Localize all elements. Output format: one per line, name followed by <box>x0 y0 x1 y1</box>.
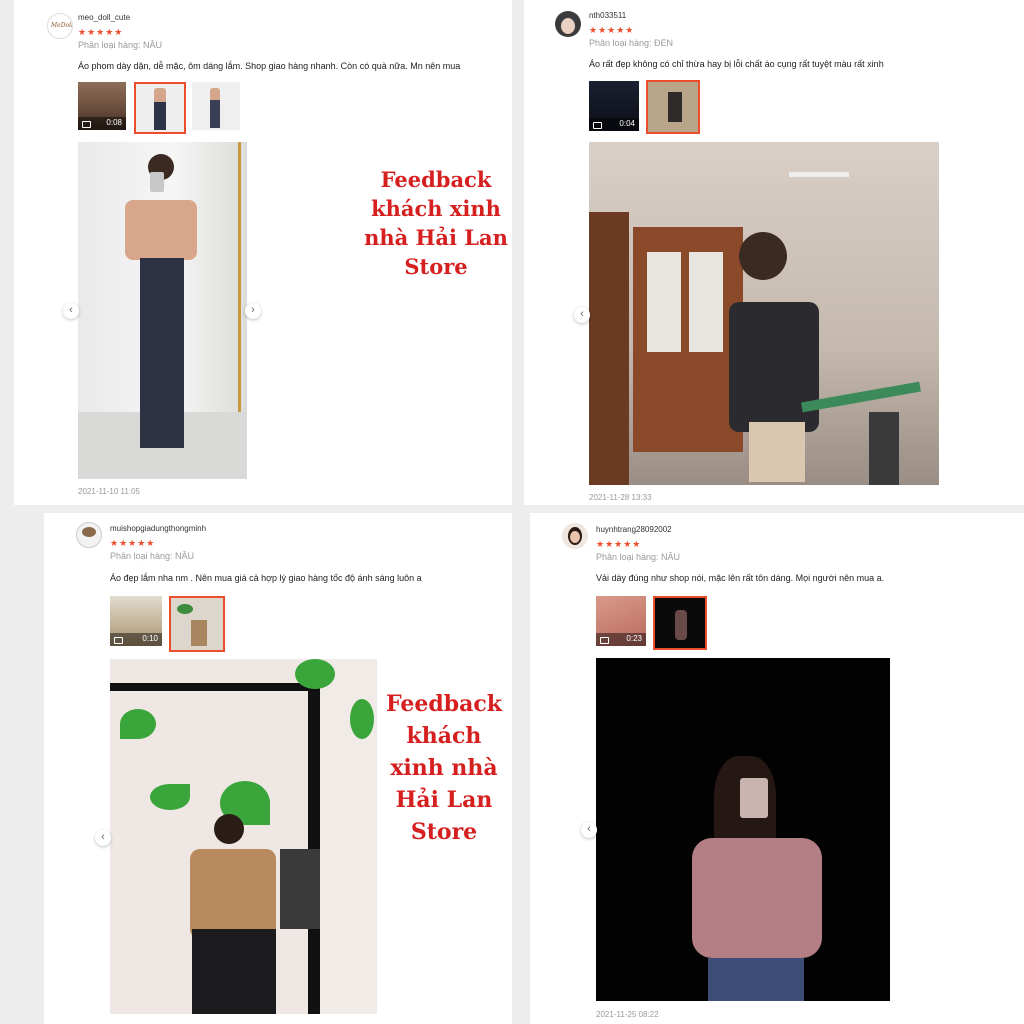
overlay-line: Feedback <box>380 167 492 192</box>
video-thumbnail[interactable]: 0:08 <box>78 82 126 130</box>
username[interactable]: huynhtrang28092002 <box>596 525 672 534</box>
review-comment: Áo phom dày dặn, dễ mặc, ôm dáng lắm. Sh… <box>78 61 461 71</box>
star-rating: ★★★★★ <box>110 538 156 548</box>
review-photo[interactable] <box>78 142 247 479</box>
review-timestamp: 2021-11-25 08:22 <box>596 1010 659 1019</box>
next-photo-button[interactable]: › <box>245 303 261 319</box>
prev-photo-button[interactable]: ‹ <box>63 303 79 319</box>
review-timestamp: 2021-11-28 13:33 <box>589 493 652 502</box>
video-camera-icon <box>600 637 609 644</box>
avatar[interactable] <box>555 11 581 37</box>
username[interactable]: meo_doll_cute <box>78 13 130 22</box>
overlay-line: Store <box>410 819 478 845</box>
prev-photo-button[interactable]: ‹ <box>574 307 590 323</box>
photo-thumbnail-selected[interactable] <box>134 82 186 134</box>
overlay-line: xinh nhà <box>390 755 498 781</box>
review-photo[interactable] <box>596 658 890 1001</box>
username[interactable]: nth033511 <box>589 11 626 20</box>
product-variant: Phân loại hàng: NÂU <box>596 552 681 562</box>
avatar[interactable] <box>76 522 102 548</box>
photo-thumbnail-selected[interactable] <box>169 596 225 652</box>
prev-photo-button[interactable]: ‹ <box>95 830 111 846</box>
video-duration: 0:10 <box>142 634 158 643</box>
video-meta: 0:04 <box>589 118 639 131</box>
star-rating: ★★★★★ <box>78 27 124 37</box>
video-duration: 0:23 <box>626 634 642 643</box>
username[interactable]: muishopgiadungthongminh <box>110 524 206 533</box>
overlay-line: Hải Lan <box>395 787 493 813</box>
review-comment: Vải dày đúng như shop nói, mặc lên rất t… <box>596 573 885 583</box>
avatar[interactable] <box>562 523 588 549</box>
overlay-line: khách xinh <box>371 196 501 221</box>
video-thumbnail[interactable]: 0:04 <box>589 81 639 131</box>
prev-photo-button[interactable]: ‹ <box>581 822 597 838</box>
video-meta: 0:10 <box>110 633 162 646</box>
video-camera-icon <box>82 121 91 128</box>
promo-overlay-text-3: Feedback khách xinh nhà Hải Lan Store <box>374 688 514 848</box>
product-variant: Phân loại hàng: ĐEN <box>589 38 674 48</box>
review-photo[interactable] <box>110 659 377 1014</box>
avatar[interactable]: MeDoll <box>47 13 73 39</box>
photo-thumbnail-selected[interactable] <box>653 596 707 650</box>
video-duration: 0:04 <box>619 119 635 128</box>
overlay-line: nhà Hải Lan <box>364 225 508 250</box>
video-camera-icon <box>114 637 123 644</box>
video-duration: 0:08 <box>106 118 122 127</box>
video-meta: 0:08 <box>78 117 126 130</box>
overlay-line: Store <box>404 254 468 279</box>
video-thumbnail[interactable]: 0:23 <box>596 596 646 646</box>
promo-overlay-text-1: Feedback khách xinh nhà Hải Lan Store <box>356 165 516 281</box>
review-comment: Áo đẹp lắm nha nm . Nên mua giá cả hợp l… <box>110 573 422 583</box>
review-card-2: nth033511 ★★★★★ Phân loại hàng: ĐEN Áo r… <box>524 0 1024 505</box>
star-rating: ★★★★★ <box>596 539 642 549</box>
star-rating: ★★★★★ <box>589 25 635 35</box>
video-meta: 0:23 <box>596 633 646 646</box>
review-comment: Áo rất đẹp không có chỉ thừa hay bị lỗi … <box>589 59 884 69</box>
product-variant: Phân loại hàng: NÂU <box>110 551 195 561</box>
review-card-4: huynhtrang28092002 ★★★★★ Phân loại hàng:… <box>530 513 1024 1024</box>
avatar-logo: MeDoll <box>51 22 73 29</box>
review-photo[interactable] <box>589 142 939 485</box>
product-variant: Phân loại hàng: NÂU <box>78 40 163 50</box>
video-camera-icon <box>593 122 602 129</box>
photo-thumbnail-selected[interactable] <box>646 80 700 134</box>
review-timestamp: 2021-11-10 11:05 <box>78 487 140 496</box>
photo-thumbnail[interactable] <box>192 82 240 130</box>
overlay-line: khách <box>406 723 482 749</box>
video-thumbnail[interactable]: 0:10 <box>110 596 162 646</box>
overlay-line: Feedback <box>385 691 503 717</box>
